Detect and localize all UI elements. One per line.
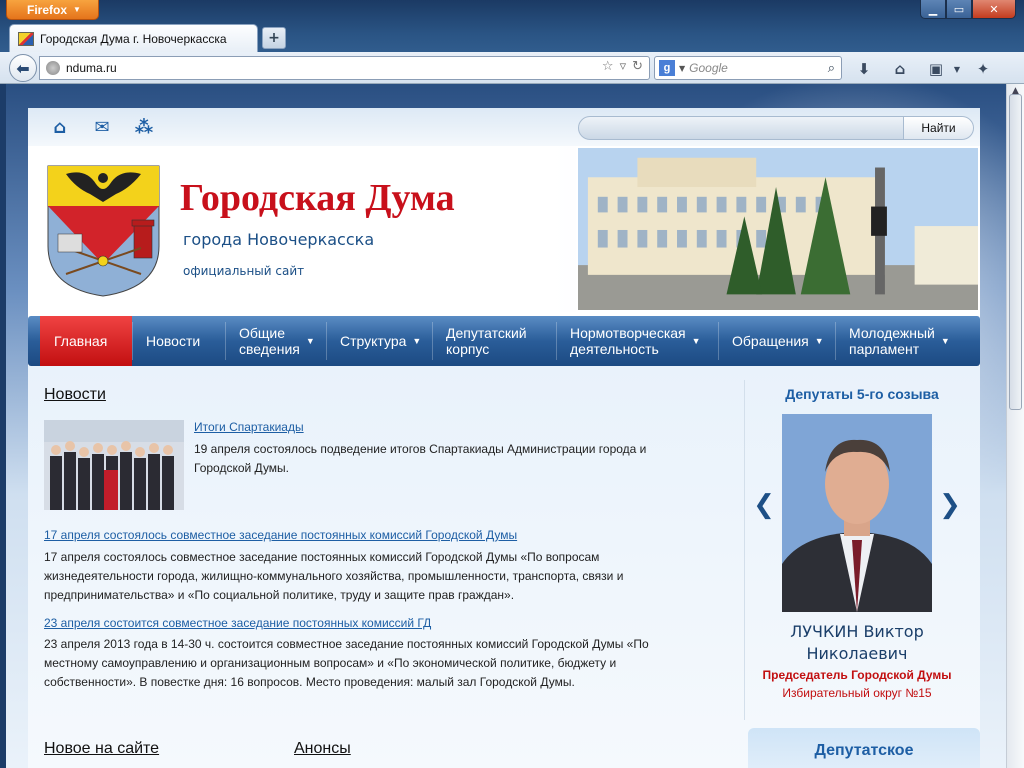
news-item-text: 23 апреля 2013 года в 14-30 ч. состоится… — [44, 637, 649, 651]
site-container: ⌂ ✉ ⁂ Найти Городская Дума города Новоче… — [28, 108, 980, 768]
scrollbar-thumb[interactable] — [1009, 94, 1022, 410]
main-menu: Главная Новости Общие сведения ▼ Структур… — [28, 316, 980, 366]
menu-item-structure[interactable]: Структура ▼ — [326, 316, 432, 366]
navigation-toolbar: ⬅ nduma.ru ☆ ▿ ↻ g ▼ Google ⌕ ⬇ ⌂ ▣ ▼ ✦ — [0, 52, 1024, 84]
search-bar[interactable]: g ▼ Google ⌕ — [654, 56, 842, 80]
chevron-down-icon: ▼ — [814, 336, 824, 346]
menu-item-home[interactable]: Главная — [40, 316, 132, 366]
news-item-text: местному самоуправлению и организационны… — [44, 656, 617, 670]
news-thumbnail[interactable] — [44, 420, 184, 510]
site-search-button[interactable]: Найти — [903, 117, 973, 139]
reload-icon[interactable]: ↻ — [632, 59, 643, 74]
site-favicon-icon — [18, 32, 34, 46]
menu-item-label: Обращения — [732, 333, 809, 349]
site-header: Городская Дума города Новочеркасска офиц… — [28, 146, 980, 312]
menu-item-label: Депутатский корпус — [446, 325, 527, 357]
chevron-left-icon[interactable]: ❮ — [753, 490, 775, 520]
firefox-menu-label: Firefox — [27, 2, 68, 17]
site-title: Городская Дума — [180, 177, 455, 219]
deputy-role: Председатель Городской Думы — [762, 668, 952, 682]
menu-item-label: Новости — [146, 333, 201, 349]
url-bar[interactable]: nduma.ru ☆ ▿ ↻ — [39, 56, 650, 80]
firefox-menu-button[interactable]: Firefox ▼ — [6, 0, 99, 20]
deputy-photo[interactable] — [782, 414, 932, 612]
news-item-text: 19 апреля состоялось подведение итогов С… — [194, 442, 647, 456]
maximize-icon[interactable]: ▭ — [946, 0, 972, 19]
menu-item-lawmaking[interactable]: Нормотворческая деятельность ▼ — [556, 316, 718, 366]
chevron-down-icon: ▼ — [412, 336, 422, 346]
minimize-icon[interactable]: ▁ — [920, 0, 946, 19]
window-controls: ▁ ▭ ✕ — [920, 0, 1016, 20]
menu-item-label: Структура — [340, 333, 407, 349]
tab-active[interactable]: Городская Дума г. Новочеркасска — [9, 24, 258, 53]
deputies-panel: Депутаты 5-го созыва ❮ ❯ ЛУЧКИН Виктор Н… — [744, 366, 980, 768]
menu-item-label: Молодежный парламент — [849, 325, 935, 357]
chevron-down-icon: ▼ — [940, 336, 950, 346]
globe-icon — [46, 61, 60, 75]
bookmarks-menu-icon[interactable]: ▣ — [925, 58, 947, 80]
news-item-text: 17 апреля состоялось совместное заседани… — [44, 550, 600, 564]
tab-title: Городская Дума г. Новочеркасска — [40, 32, 227, 46]
announcements-heading[interactable]: Анонсы — [294, 740, 351, 758]
duma-building-photo — [576, 146, 980, 312]
deputy-section-box: Депутатское — [748, 728, 980, 768]
back-arrow-icon: ⬅ — [16, 58, 30, 78]
browser-chrome: Firefox ▼ ▁ ▭ ✕ Городская Дума г. Новоче… — [0, 0, 1024, 84]
new-tab-button[interactable]: + — [262, 27, 286, 49]
news-item-text: Городской Думы. — [194, 461, 290, 475]
bookmark-star-icon[interactable]: ☆ — [602, 59, 614, 74]
search-engine-icon[interactable]: g — [659, 60, 675, 76]
news-heading[interactable]: Новости — [44, 386, 106, 404]
deputy-district: Избирательный округ №15 — [782, 686, 932, 700]
site-search: Найти — [578, 116, 974, 140]
close-icon[interactable]: ✕ — [972, 0, 1016, 19]
home-icon[interactable]: ⌂ — [889, 58, 911, 80]
chevron-right-icon[interactable]: ❯ — [939, 490, 961, 520]
chevron-down-icon[interactable]: ▼ — [946, 58, 968, 80]
news-item-text: жизнедеятельности города, жилищно-коммун… — [44, 569, 624, 583]
chevron-down-icon[interactable]: ▼ — [679, 64, 685, 73]
menu-item-news[interactable]: Новости — [132, 316, 225, 366]
back-button[interactable]: ⬅ — [9, 54, 37, 82]
news-item-text: предпринимательства» и «По социальной по… — [44, 588, 515, 602]
mail-icon[interactable]: ✉ — [90, 116, 114, 138]
news-item-text: собственности». В повестке дня: 16 вопро… — [44, 675, 575, 689]
search-icon[interactable]: ⌕ — [828, 61, 835, 76]
vertical-scrollbar[interactable]: ▲ — [1006, 84, 1024, 768]
news-item-title[interactable]: 17 апреля состоялось совместное заседани… — [44, 528, 517, 542]
tab-strip: Городская Дума г. Новочеркасска — [0, 22, 1024, 53]
addon-icon[interactable]: ✦ — [972, 58, 994, 80]
menu-item-appeals[interactable]: Обращения ▼ — [718, 316, 835, 366]
deputy-name[interactable]: ЛУЧКИН Виктор — [744, 622, 970, 641]
menu-item-label: Нормотворческая деятельность — [570, 325, 686, 357]
new-on-site-heading[interactable]: Новое на сайте — [44, 740, 159, 758]
site-top-strip: ⌂ ✉ ⁂ Найти — [28, 108, 980, 146]
site-search-input[interactable] — [587, 119, 897, 137]
site-subtitle: города Новочеркасска — [183, 230, 375, 249]
url-bar-icons: ☆ ▿ ↻ — [602, 59, 643, 74]
page-viewport: ⌂ ✉ ⁂ Найти Городская Дума города Новоче… — [6, 84, 1006, 768]
chevron-down-icon: ▼ — [73, 5, 81, 14]
sitemap-icon[interactable]: ⁂ — [132, 116, 156, 138]
url-text: nduma.ru — [66, 61, 117, 75]
menu-item-label: Главная — [54, 333, 108, 349]
news-item-title[interactable]: 23 апреля состоится совместное заседание… — [44, 616, 431, 630]
menu-item-deputies[interactable]: Депутатский корпус — [432, 316, 556, 366]
download-icon[interactable]: ⬇ — [853, 58, 875, 80]
menu-item-youth-parliament[interactable]: Молодежный парламент ▼ — [835, 316, 975, 366]
search-placeholder: Google — [689, 61, 728, 75]
chevron-down-icon: ▼ — [691, 336, 701, 346]
deputy-section-title[interactable]: Депутатское — [748, 742, 980, 760]
site-tagline: официальный сайт — [183, 264, 305, 278]
city-crest-icon — [47, 165, 160, 297]
deputies-heading: Депутаты 5-го созыва — [785, 386, 939, 402]
news-item-title[interactable]: Итоги Спартакиады — [194, 420, 304, 434]
dropdown-icon[interactable]: ▿ — [620, 59, 627, 74]
deputy-patronymic[interactable]: Николаевич — [744, 644, 970, 663]
menu-item-general-info[interactable]: Общие сведения ▼ — [225, 316, 326, 366]
menu-item-label: Общие сведения — [239, 325, 300, 357]
home-icon[interactable]: ⌂ — [48, 116, 72, 138]
chevron-down-icon: ▼ — [305, 336, 315, 346]
